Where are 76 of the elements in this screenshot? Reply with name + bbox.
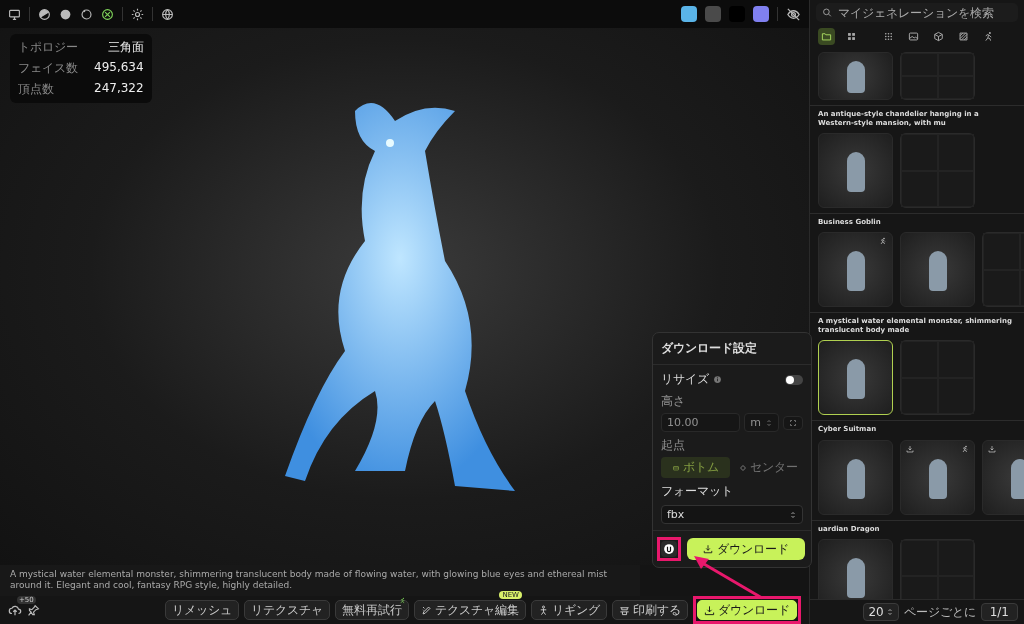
crosshair-icon: [739, 463, 747, 472]
stat-label: 頂点数: [18, 81, 55, 98]
info-icon: [713, 375, 722, 384]
folder-icon: [821, 31, 832, 42]
background-color-swatch[interactable]: [681, 6, 697, 22]
download-button[interactable]: ダウンロード: [687, 538, 805, 560]
base-icon: [672, 463, 680, 472]
brush-icon: [421, 604, 432, 616]
resize-label: リサイズ: [661, 371, 709, 388]
search-icon: [822, 7, 833, 18]
toolbar-button[interactable]: 無料再試行: [335, 600, 409, 620]
model-thumbnail[interactable]: [900, 232, 975, 308]
search-field[interactable]: マイジェネレーションを検索: [816, 3, 1018, 22]
chevron-icon: [885, 608, 894, 616]
page-indicator[interactable]: 1/1: [980, 603, 1018, 621]
toolbar-button[interactable]: ダウンロード: [697, 600, 797, 620]
model-thumbnail[interactable]: [818, 232, 893, 308]
visibility-icon[interactable]: [786, 6, 801, 22]
figure-silhouette: [847, 152, 865, 193]
stat-value: 495,634: [94, 60, 144, 76]
figure-silhouette: [929, 251, 947, 292]
model-thumbnail[interactable]: [818, 538, 893, 599]
download-icon: [703, 544, 713, 554]
pin-icon[interactable]: [27, 603, 40, 617]
model-thumbnail[interactable]: [900, 439, 975, 515]
grid-icon: [846, 31, 857, 42]
figure-silhouette: [929, 458, 947, 499]
skeleton-icon: [538, 604, 549, 616]
panel-title: ダウンロード設定: [653, 333, 811, 365]
light-icon[interactable]: [131, 7, 144, 21]
engine-logo-icon: [663, 543, 675, 555]
model-thumbnail[interactable]: [818, 439, 893, 515]
page-size-label: ページごとに: [903, 603, 976, 621]
format-select[interactable]: fbx: [661, 505, 803, 524]
download-icon: [704, 604, 715, 616]
toolbar-button[interactable]: リテクスチャ: [244, 600, 330, 620]
image-icon: [908, 31, 919, 42]
height-label: 高さ: [661, 393, 686, 410]
environment-icon[interactable]: [161, 7, 174, 21]
stat-label: フェイス数: [18, 60, 78, 77]
chevron-icon: [789, 510, 797, 519]
stat-label: トポロジー: [18, 39, 78, 56]
figure-silhouette: [1011, 458, 1024, 499]
printer-icon: [619, 604, 630, 616]
dot-grid-icon: [883, 31, 894, 42]
origin-label: 起点: [661, 437, 686, 454]
resize-toggle[interactable]: [785, 374, 803, 385]
background-color-swatch[interactable]: [753, 6, 769, 22]
model-thumbnail[interactable]: [818, 52, 893, 100]
display-icon[interactable]: [8, 7, 21, 21]
model-thumbnail[interactable]: [818, 133, 893, 209]
cube-icon: [933, 31, 944, 42]
shading-sphere-icon[interactable]: [38, 7, 51, 21]
figure-silhouette: [847, 359, 865, 400]
page-size-select[interactable]: 20: [863, 603, 899, 621]
running-figure-icon: [983, 31, 994, 42]
figure-silhouette: [847, 61, 865, 93]
shading-sphere-icon[interactable]: [101, 7, 114, 21]
texture-icon: [958, 31, 969, 42]
figure-silhouette: [847, 251, 865, 292]
toolbar-button[interactable]: 印刷する: [612, 600, 688, 620]
chevron-icon: [765, 418, 773, 427]
figure-silhouette: [847, 458, 865, 499]
stat-value: 三角面: [106, 39, 144, 56]
shading-sphere-icon[interactable]: [80, 7, 93, 21]
toolbar-button[interactable]: テクスチャ編集: [414, 600, 526, 620]
toolbar-button[interactable]: リメッシュ: [165, 600, 239, 620]
format-label: フォーマット: [661, 483, 734, 500]
figure-silhouette: [847, 557, 865, 598]
toolbar-button[interactable]: リギング: [531, 600, 607, 620]
stat-value: 247,322: [94, 81, 144, 97]
background-color-swatch[interactable]: [705, 6, 721, 22]
filter-tab[interactable]: [818, 28, 835, 45]
shading-sphere-icon[interactable]: [59, 7, 72, 21]
expand-icon: [789, 418, 797, 427]
cloud-upload-icon[interactable]: [8, 603, 22, 617]
